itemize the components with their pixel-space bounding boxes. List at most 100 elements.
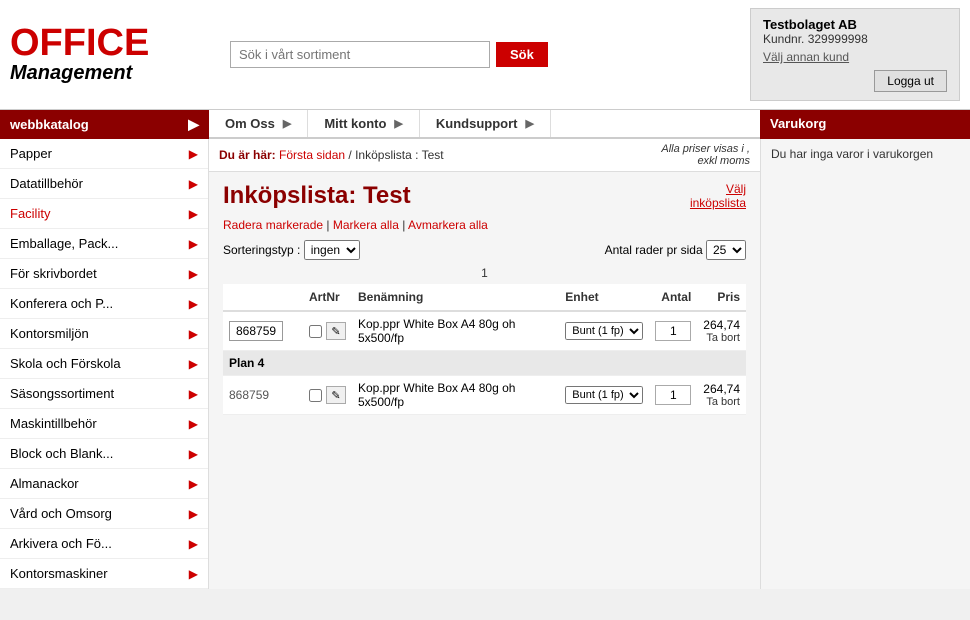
sidebar-nav-arrow: ▶ <box>188 116 199 133</box>
items-table: ArtNr Benämning Enhet Antal Pris 868759 <box>223 284 746 415</box>
select-list-link[interactable]: Välj inköpslista <box>690 182 746 210</box>
sidebar-nav-header: webbkatalog ▶ <box>0 110 209 139</box>
user-kundnr: Kundnr. 329999998 <box>763 32 947 46</box>
sidebar-arrow: ▶ <box>189 147 198 161</box>
select-all-link[interactable]: Markera alla <box>333 218 399 232</box>
breadcrumb-second: Inköpslista <box>355 148 412 162</box>
col-artnr <box>223 284 303 311</box>
row2-checkbox[interactable] <box>309 389 322 402</box>
breadcrumb-sep1: / <box>348 148 351 162</box>
page-title: Inköpslista: Test <box>223 182 411 210</box>
deselect-all-link[interactable]: Avmarkera alla <box>408 218 488 232</box>
breadcrumb-sep2: : <box>415 148 418 162</box>
sidebar-item-kontorsmiljon[interactable]: Kontorsmiljön ▶ <box>0 319 208 349</box>
nav-item-kundsupport[interactable]: Kundsupport ▶ <box>420 110 551 137</box>
sidebar-item-facility[interactable]: Facility ▶ <box>0 199 208 229</box>
rows-area: Antal rader pr sida 25 <box>605 240 746 260</box>
row2-edit-icon[interactable]: ✎ <box>326 386 346 404</box>
sort-select[interactable]: ingen <box>304 240 360 260</box>
sidebar-arrow: ▶ <box>189 387 198 401</box>
row1-price-cell: 264,74 Ta bort <box>697 311 746 351</box>
row1-qty-input[interactable] <box>655 321 691 341</box>
sidebar-item-vard[interactable]: Vård och Omsorg ▶ <box>0 499 208 529</box>
col-pris: Pris <box>697 284 746 311</box>
logo-area: OFFICE Management <box>10 24 210 85</box>
row2-unit-select[interactable]: Bunt (1 fp) <box>565 386 643 404</box>
sidebar-item-papper[interactable]: Papper ▶ <box>0 139 208 169</box>
logout-button[interactable]: Logga ut <box>874 70 947 92</box>
sidebar-arrow: ▶ <box>189 417 198 431</box>
sidebar-arrow: ▶ <box>189 357 198 371</box>
rows-label: Antal rader pr sida <box>605 243 703 257</box>
sidebar-arrow: ▶ <box>189 537 198 551</box>
sidebar-arrow: ▶ <box>189 447 198 461</box>
plan-label: Plan 4 <box>223 351 746 376</box>
user-company: Testbolaget AB <box>763 17 947 32</box>
search-button[interactable]: Sök <box>496 42 548 67</box>
search-area: Sök <box>210 41 740 68</box>
sidebar-item-kontorsmaskiner[interactable]: Kontorsmaskiner ▶ <box>0 559 208 589</box>
nav-arrow-kundsupport: ▶ <box>525 117 533 130</box>
user-switch-link[interactable]: Välj annan kund <box>763 50 947 64</box>
breadcrumb-third: Test <box>422 148 444 162</box>
delete-selected-link[interactable]: Radera markerade <box>223 218 323 232</box>
sidebar-item-arkivera[interactable]: Arkivera och Fö... ▶ <box>0 529 208 559</box>
sidebar-item-maskintillbehor[interactable]: Maskintillbehör ▶ <box>0 409 208 439</box>
sidebar-item-emballage[interactable]: Emballage, Pack... ▶ <box>0 229 208 259</box>
sidebar-item-skola[interactable]: Skola och Förskola ▶ <box>0 349 208 379</box>
row1-unit-select[interactable]: Bunt (1 fp) <box>565 322 643 340</box>
sidebar-item-konferera[interactable]: Konferera och P... ▶ <box>0 289 208 319</box>
row1-checkbox[interactable] <box>309 325 322 338</box>
rows-select[interactable]: 25 <box>706 240 746 260</box>
row2-remove-link[interactable]: Ta bort <box>703 396 740 408</box>
row2-artnr: 868759 <box>229 388 269 402</box>
sidebar-arrow: ▶ <box>189 567 198 581</box>
row2-qty-input[interactable] <box>655 385 691 405</box>
logo-mgmt: Management <box>10 62 210 85</box>
sidebar-nav-label: webbkatalog <box>10 117 89 132</box>
sidebar-arrow: ▶ <box>189 297 198 311</box>
cart-panel: Du har inga varor i varukorgen <box>760 139 970 589</box>
cart-header: Varukorg <box>760 110 970 139</box>
breadcrumb-price-note: Alla priser visas i , exkl moms <box>661 143 750 167</box>
breadcrumb-first[interactable]: Första sidan <box>279 148 345 162</box>
table-row: 868759 ✎ Kop.ppr White Box A4 80g oh 5x5… <box>223 376 746 415</box>
sidebar-item-skrivbordet[interactable]: För skrivbordet ▶ <box>0 259 208 289</box>
row1-unit-cell: Bunt (1 fp) <box>559 311 649 351</box>
nav-bar: webbkatalog ▶ Om Oss ▶ Mitt konto ▶ Kund… <box>0 110 970 139</box>
sidebar: Papper ▶ Datatillbehör ▶ Facility ▶ Emba… <box>0 139 209 589</box>
sidebar-arrow: ▶ <box>189 237 198 251</box>
sidebar-item-datatillbehor[interactable]: Datatillbehör ▶ <box>0 169 208 199</box>
logo-office: OFFICE <box>10 24 210 62</box>
sidebar-item-almanackor[interactable]: Almanackor ▶ <box>0 469 208 499</box>
plan-row: Plan 4 <box>223 351 746 376</box>
center-column: Du är här: Första sidan / Inköpslista : … <box>209 139 760 589</box>
sidebar-item-sasong[interactable]: Säsongssortiment ▶ <box>0 379 208 409</box>
search-input[interactable] <box>230 41 490 68</box>
actions-bar: Radera markerade | Markera alla | Avmark… <box>223 218 746 232</box>
sidebar-arrow: ▶ <box>189 267 198 281</box>
row1-remove-link[interactable]: Ta bort <box>703 332 740 344</box>
content-area: Inköpslista: Test Välj inköpslista Rader… <box>209 172 760 589</box>
main-layout: Papper ▶ Datatillbehör ▶ Facility ▶ Emba… <box>0 139 970 589</box>
row1-name: Kop.ppr White Box A4 80g oh 5x500/fp <box>352 311 559 351</box>
col-artnr-label: ArtNr <box>303 284 352 311</box>
nav-item-om-oss[interactable]: Om Oss ▶ <box>209 110 308 137</box>
row1-edit-icon[interactable]: ✎ <box>326 322 346 340</box>
row1-checkbox-cell: ✎ <box>303 311 352 351</box>
nav-arrow-om-oss: ▶ <box>283 117 291 130</box>
breadcrumb: Du är här: Första sidan / Inköpslista : … <box>209 139 760 172</box>
row2-price: 264,74 <box>703 382 740 396</box>
sidebar-arrow: ▶ <box>189 327 198 341</box>
sidebar-arrow: ▶ <box>189 507 198 521</box>
nav-item-mitt-konto[interactable]: Mitt konto ▶ <box>308 110 420 137</box>
row1-qty-cell <box>649 311 697 351</box>
row2-checkbox-cell: ✎ <box>303 376 352 415</box>
sidebar-item-block[interactable]: Block och Blank... ▶ <box>0 439 208 469</box>
table-row: 868759 ✎ Kop.ppr White Box A4 80g oh 5x5… <box>223 311 746 351</box>
sidebar-arrow: ▶ <box>189 207 198 221</box>
row2-unit-cell: Bunt (1 fp) <box>559 376 649 415</box>
sidebar-arrow: ▶ <box>189 477 198 491</box>
sort-bar: Sorteringstyp : ingen Antal rader pr sid… <box>223 240 746 260</box>
row2-qty-cell <box>649 376 697 415</box>
